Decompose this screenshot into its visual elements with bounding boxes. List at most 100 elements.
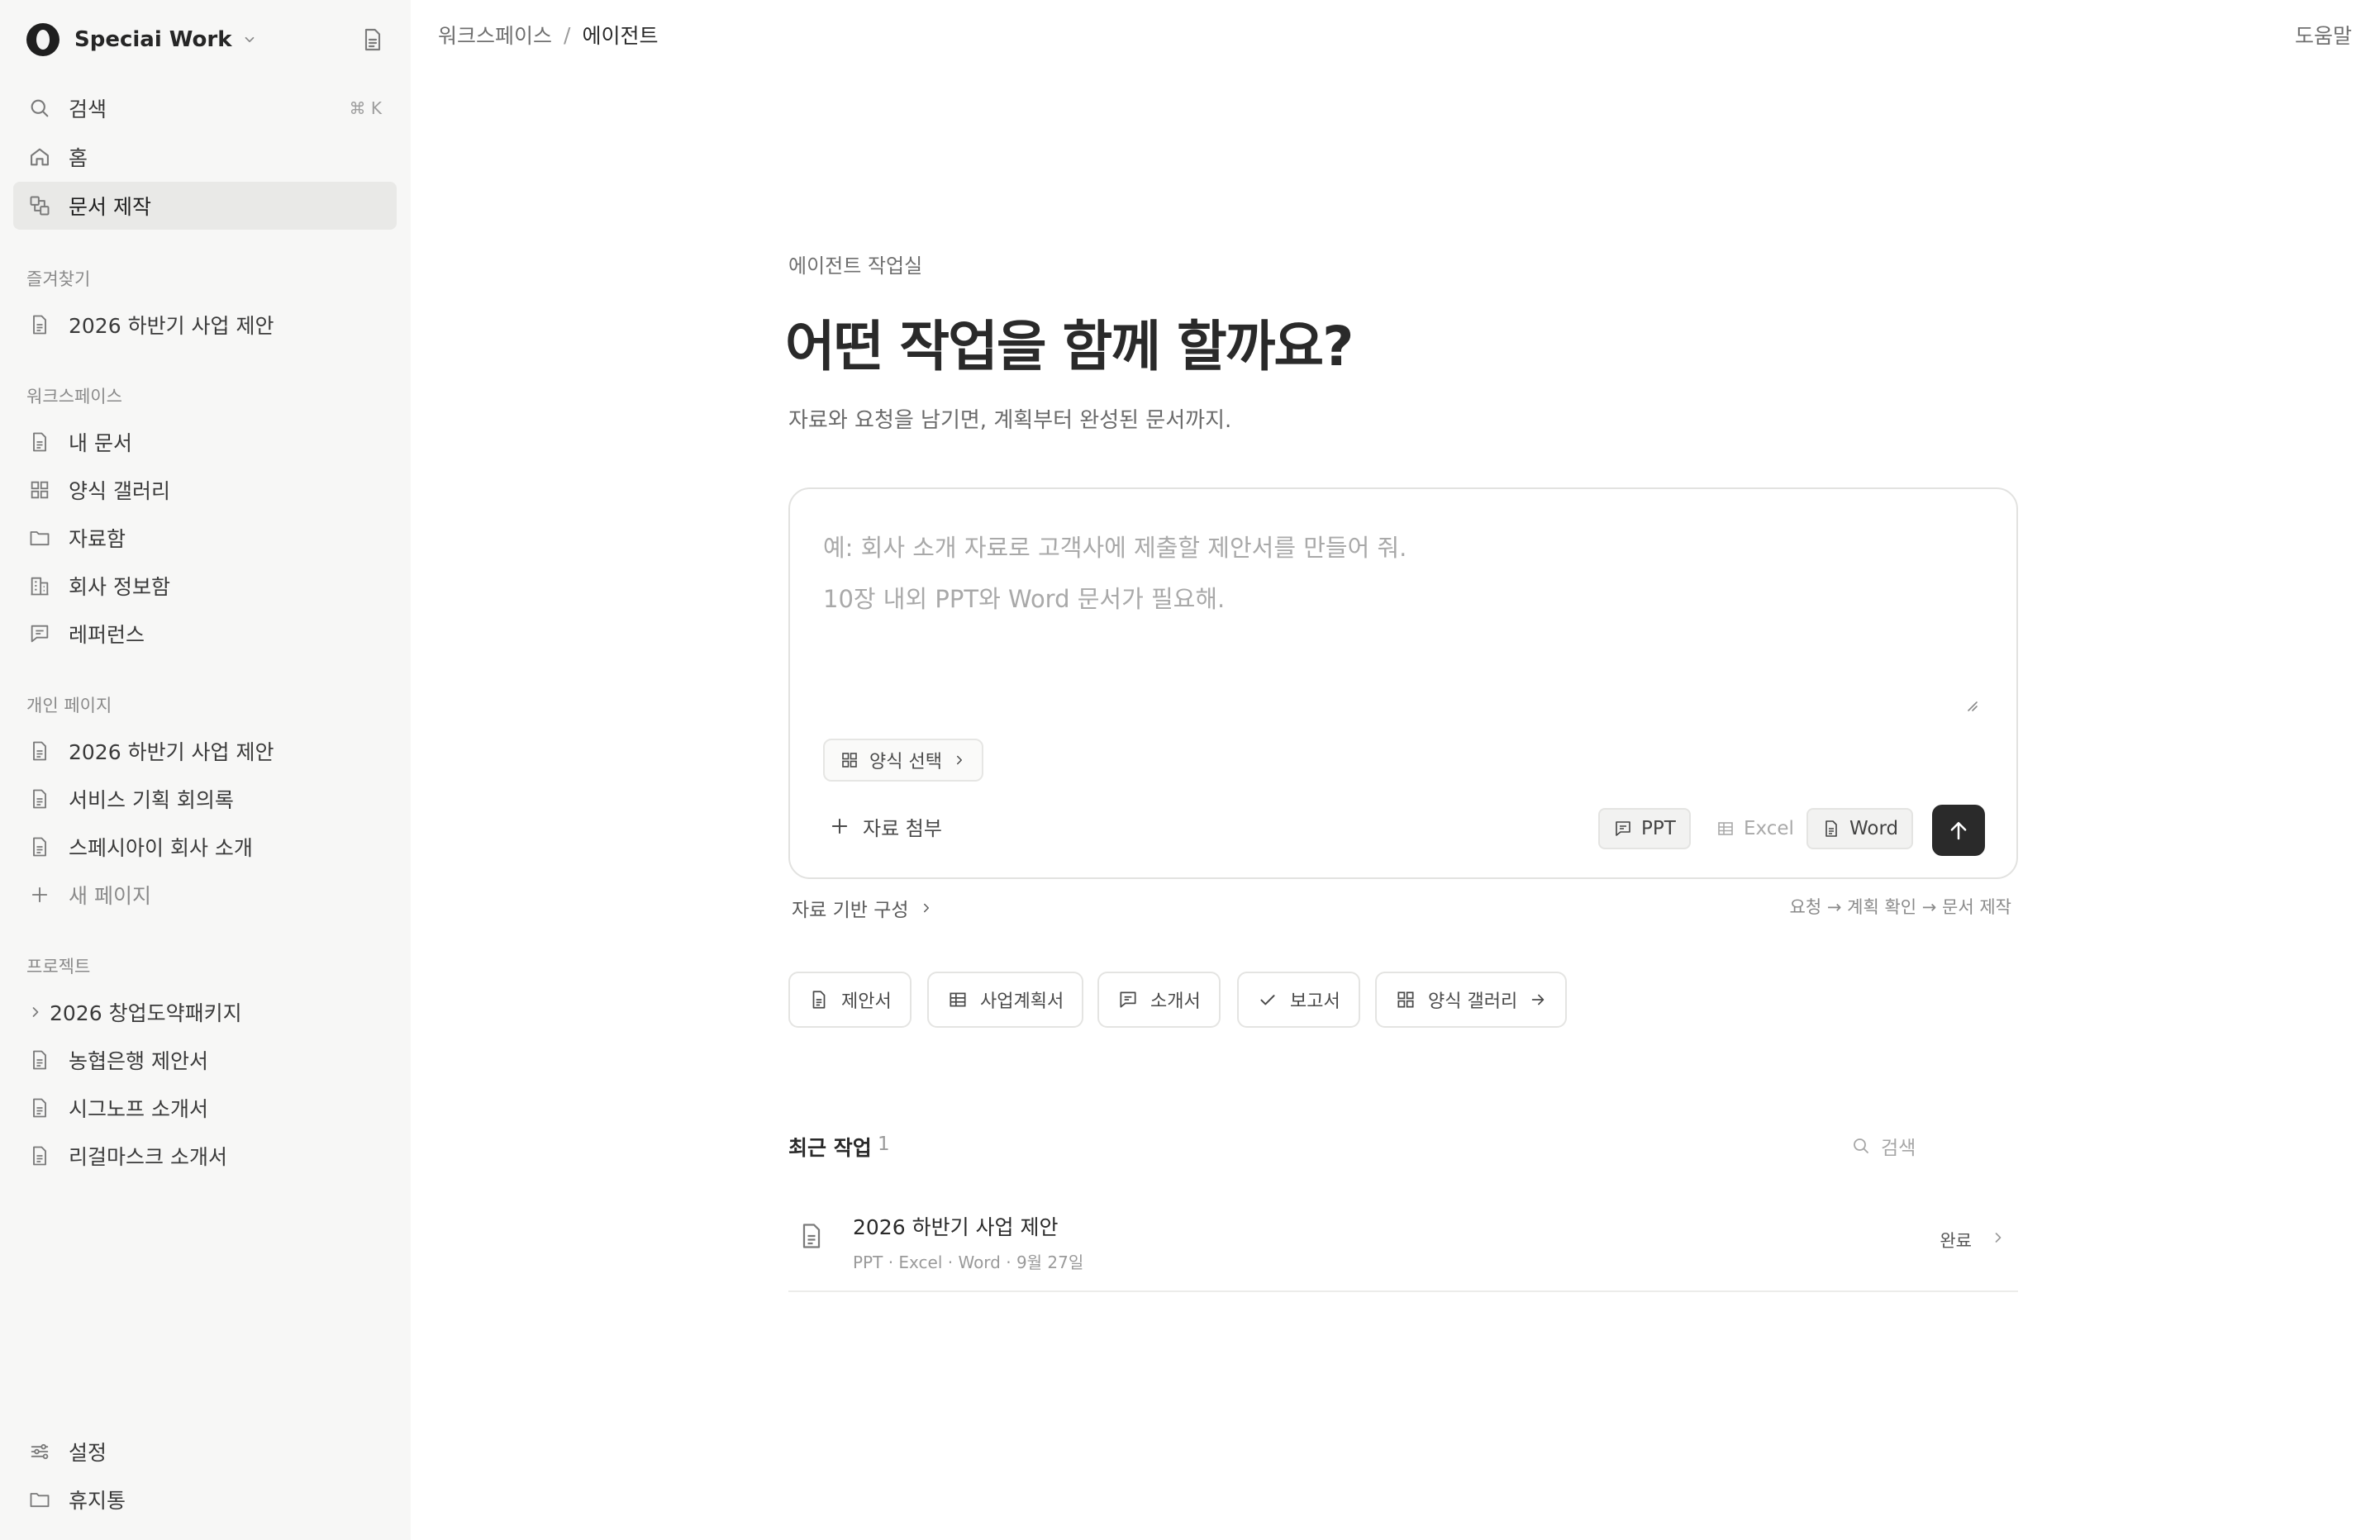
help-link[interactable]: 도움말: [2295, 20, 2352, 50]
document-icon: [26, 738, 53, 764]
message-square-icon: [1117, 989, 1139, 1010]
section-label-projects: 프로젝트: [26, 957, 91, 977]
grid-icon: [26, 477, 53, 503]
document-create-icon: [26, 192, 53, 219]
sidebar-item-personal-page[interactable]: 스페시아이 회사 소개: [13, 823, 397, 871]
sidebar-item-template-gallery[interactable]: 양식 갤러리: [13, 466, 397, 514]
document-icon: [26, 1143, 53, 1169]
template-select-label: 양식 선택: [869, 752, 942, 772]
sidebar-item-library[interactable]: 자료함: [13, 514, 397, 562]
document-icon: [808, 989, 830, 1010]
attach-file-button[interactable]: 자료 첨부: [828, 806, 942, 846]
request-composer: 양식 선택 자료 첨부 PPT Excel Word: [788, 487, 2018, 879]
recent-search-input[interactable]: 검색: [1851, 1132, 1916, 1160]
sidebar-item-project[interactable]: 농협은행 제안서: [13, 1036, 397, 1084]
grid-icon: [1395, 989, 1416, 1010]
chevron-right-icon: [26, 999, 45, 1025]
workflow-hint: 요청 → 계획 확인 → 문서 제작: [1789, 897, 2011, 917]
recent-item-meta: PPT · Excel · Word · 9월 27일: [853, 1252, 1084, 1272]
send-button[interactable]: [1932, 805, 1985, 856]
arrow-right-icon: [1529, 991, 1547, 1009]
table-icon: [947, 989, 969, 1010]
sidebar-item-company-info[interactable]: 회사 정보함: [13, 562, 397, 610]
template-select-button[interactable]: 양식 선택: [823, 739, 983, 782]
search-icon: [26, 95, 53, 121]
status-badge: 완료: [1940, 1231, 1972, 1251]
recent-item-row[interactable]: 2026 하반기 사업 제안 PPT · Excel · Word · 9월 2…: [788, 1193, 2018, 1292]
sidebar-item-personal-page[interactable]: 2026 하반기 사업 제안: [13, 727, 397, 775]
workspace-name: Speciai Work: [74, 27, 232, 52]
building-icon: [26, 573, 53, 599]
sidebar-item-favorite[interactable]: 2026 하반기 사업 제안: [13, 301, 397, 349]
check-icon: [1257, 989, 1278, 1010]
quick-action-introduction[interactable]: 소개서: [1097, 972, 1221, 1028]
page-title: 어떤 작업을 함께 할까요?: [785, 315, 1354, 378]
sidebar-new-page-button[interactable]: 새 페이지: [13, 871, 397, 919]
sidebar-item-trash[interactable]: 휴지통: [13, 1476, 397, 1523]
folder-icon: [26, 1486, 53, 1513]
sidebar-item-home[interactable]: 홈: [13, 133, 397, 181]
chevron-right-icon: [1990, 1229, 2006, 1246]
quick-action-report[interactable]: 보고서: [1237, 972, 1360, 1028]
plus-icon: [26, 882, 53, 908]
presentation-icon: [1613, 819, 1633, 839]
quick-action-proposal[interactable]: 제안서: [788, 972, 912, 1028]
recent-search-placeholder: 검색: [1881, 1138, 1916, 1159]
request-input[interactable]: [823, 522, 1980, 679]
sidebar-project-group[interactable]: 2026 창업도약패키지: [13, 988, 397, 1036]
document-icon: [1821, 819, 1841, 839]
section-label-workspace: 워크스페이스: [26, 387, 122, 406]
table-icon: [1716, 819, 1735, 839]
document-icon: [26, 1047, 53, 1073]
page-eyebrow: 에이전트 작업실: [788, 254, 923, 278]
source-based-layout-link[interactable]: 자료 기반 구성: [792, 894, 934, 922]
sidebar-item-search[interactable]: 검색 ⌘ K: [13, 84, 397, 132]
sliders-icon: [26, 1438, 53, 1465]
quick-action-template-gallery[interactable]: 양식 갤러리: [1375, 972, 1568, 1028]
section-label-personal: 개인 페이지: [26, 696, 112, 715]
resize-handle-icon[interactable]: [1963, 697, 1978, 712]
document-icon: [26, 1095, 53, 1121]
workspace-switcher[interactable]: Speciai Work: [26, 21, 391, 58]
recent-section-title: 최근 작업: [788, 1136, 872, 1160]
breadcrumb: 워크스페이스 / 에이전트: [438, 20, 658, 50]
document-icon: [26, 834, 53, 860]
document-icon: [26, 311, 53, 338]
grid-icon: [840, 750, 859, 770]
quick-action-business-plan[interactable]: 사업계획서: [927, 972, 1084, 1028]
recent-count-badge: 1: [878, 1134, 890, 1155]
plus-icon: [828, 815, 851, 838]
home-icon: [26, 144, 53, 170]
format-toggle-ppt[interactable]: PPT: [1598, 808, 1691, 849]
document-icon: [797, 1221, 826, 1251]
sidebar-item-project[interactable]: 리걸마스크 소개서: [13, 1132, 397, 1180]
sidebar-item-personal-page[interactable]: 서비스 기획 회의록: [13, 775, 397, 823]
recent-item-title: 2026 하반기 사업 제안: [853, 1215, 1059, 1239]
sidebar-item-settings[interactable]: 설정: [13, 1428, 397, 1476]
format-toggle-excel[interactable]: Excel: [1702, 808, 1807, 849]
shortcut-hint: ⌘ K: [349, 98, 382, 118]
breadcrumb-separator: /: [564, 22, 571, 47]
sidebar-item-document-creation[interactable]: 문서 제작: [13, 182, 397, 230]
section-label-favorites: 즐겨찾기: [26, 269, 91, 289]
chevron-down-icon: [242, 32, 257, 47]
workspace-logo-icon: [26, 23, 60, 56]
breadcrumb-agent: 에이전트: [582, 24, 659, 48]
message-square-icon: [26, 620, 53, 647]
page-subtitle: 자료와 요청을 남기면, 계획부터 완성된 문서까지.: [788, 408, 1232, 433]
attach-file-label: 자료 첨부: [863, 816, 942, 840]
breadcrumb-workspace[interactable]: 워크스페이스: [438, 20, 552, 50]
sidebar-item-references[interactable]: 레퍼런스: [13, 610, 397, 658]
folder-icon: [26, 525, 53, 551]
search-icon: [1851, 1136, 1871, 1156]
chevron-right-icon: [919, 901, 934, 915]
chevron-right-icon: [952, 753, 967, 768]
format-toggle-word[interactable]: Word: [1806, 808, 1914, 849]
new-page-icon[interactable]: [359, 26, 386, 53]
sidebar-item-my-documents[interactable]: 내 문서: [13, 418, 397, 466]
arrow-up-icon: [1946, 818, 1971, 843]
sidebar-item-project[interactable]: 시그노프 소개서: [13, 1084, 397, 1132]
sidebar: Speciai Work 검색 ⌘ K 홈 문서 제작 즐겨찾기 2026 하반…: [0, 0, 411, 1540]
document-icon: [26, 429, 53, 455]
document-icon: [26, 786, 53, 812]
